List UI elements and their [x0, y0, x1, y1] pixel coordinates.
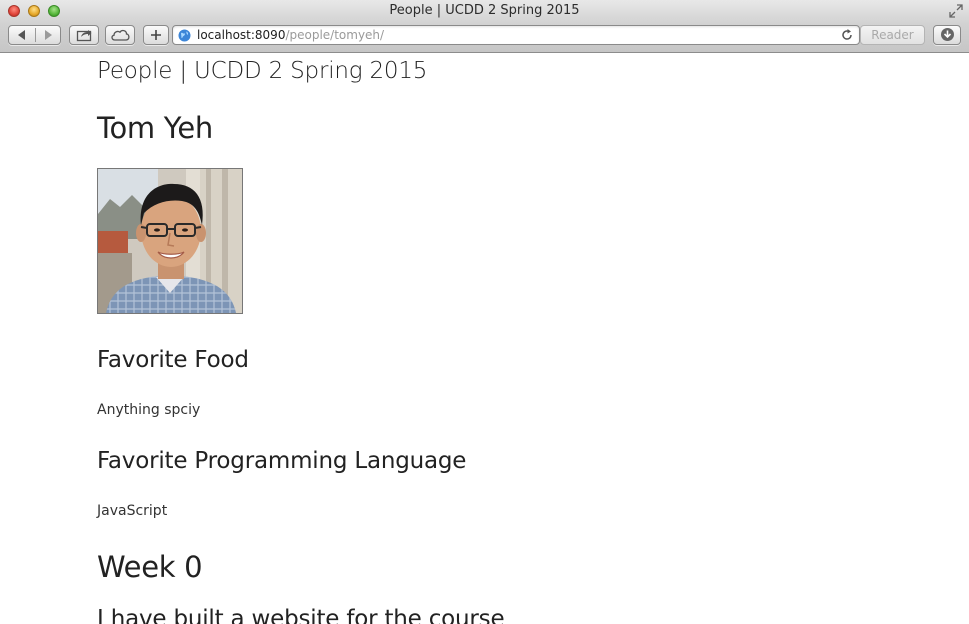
week-text: I have built a website for the course	[97, 606, 505, 624]
icloud-tabs-button[interactable]	[105, 25, 135, 45]
cloud-icon	[111, 29, 130, 41]
plus-icon	[151, 30, 161, 40]
toolbar-divider	[35, 28, 36, 42]
share-icon	[76, 30, 92, 42]
share-button[interactable]	[69, 25, 99, 45]
fullscreen-icon[interactable]	[949, 4, 963, 18]
new-tab-button[interactable]	[143, 25, 169, 45]
profile-photo	[97, 168, 243, 314]
person-name: Tom Yeh	[97, 111, 213, 145]
site-title: People | UCDD 2 Spring 2015	[97, 58, 428, 84]
week-heading: Week 0	[97, 550, 203, 584]
browser-window: People | UCDD 2 Spring 2015 localhost:80…	[0, 0, 969, 624]
reload-icon[interactable]	[841, 29, 853, 41]
favorite-food-heading: Favorite Food	[97, 347, 249, 373]
download-icon	[941, 28, 954, 41]
window-title: People | UCDD 2 Spring 2015	[389, 3, 580, 18]
favorite-language-text: JavaScript	[97, 503, 168, 519]
page-viewport[interactable]: People | UCDD 2 Spring 2015 Tom Yeh Favo…	[0, 53, 969, 624]
reader-button[interactable]: Reader	[860, 25, 925, 45]
url-text: localhost:8090/people/tomyeh/	[197, 28, 384, 42]
browser-toolbar: People | UCDD 2 Spring 2015 localhost:80…	[0, 0, 969, 53]
url-path: /people/tomyeh/	[285, 28, 385, 42]
favorite-language-heading: Favorite Programming Language	[97, 448, 467, 474]
globe-icon	[178, 29, 191, 42]
favorite-food-text: Anything spciy	[97, 402, 201, 418]
downloads-button[interactable]	[933, 25, 961, 45]
chevron-left-icon[interactable]	[16, 29, 28, 41]
back-forward-group	[8, 25, 61, 45]
chevron-right-icon[interactable]	[42, 29, 54, 41]
url-host: localhost:8090	[197, 28, 286, 42]
address-bar[interactable]: localhost:8090/people/tomyeh/	[172, 25, 860, 45]
